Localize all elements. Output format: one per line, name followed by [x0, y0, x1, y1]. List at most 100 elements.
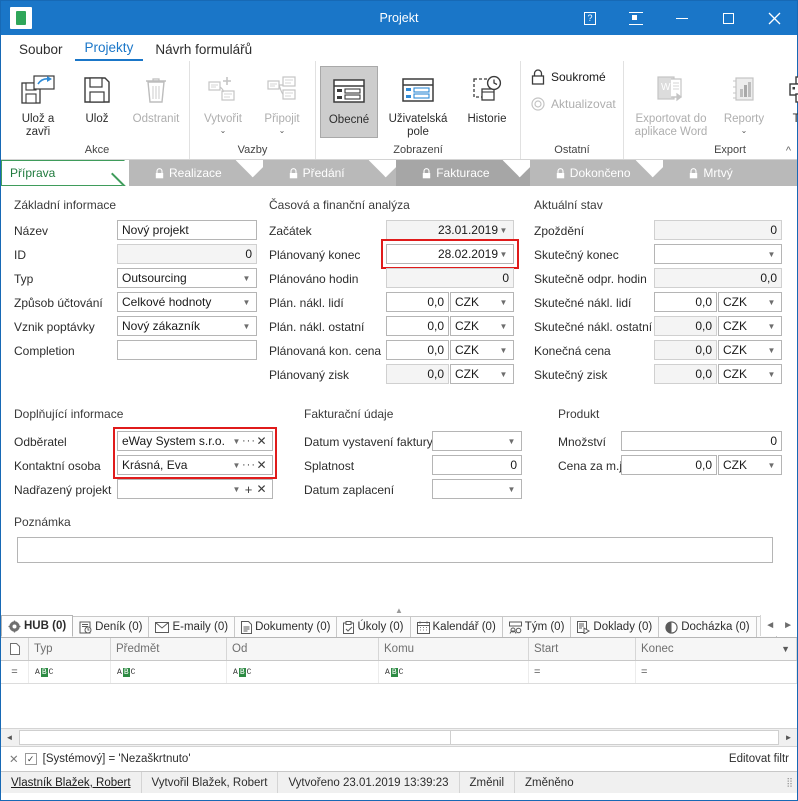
scrollbar-thumb[interactable]	[20, 731, 451, 744]
filter-cell-start[interactable]: =	[529, 661, 636, 683]
zpusob-uctovani-combo[interactable]: Celkové hodnoty ▼	[117, 292, 257, 312]
workflow-step-fakturace[interactable]: Fakturace	[396, 160, 530, 186]
scrollbar-trough[interactable]	[19, 730, 779, 745]
chevron-down-icon[interactable]: ▼	[766, 346, 777, 355]
plan-nakl-lidi-currency[interactable]: CZK ▼	[450, 292, 514, 312]
nazev-input[interactable]: Nový projekt	[117, 220, 257, 240]
planovana-kon-cena-input[interactable]: 0,0	[386, 340, 449, 360]
chevron-down-icon[interactable]: ⌄	[741, 127, 748, 135]
maximize-button[interactable]	[705, 1, 751, 35]
typ-combo[interactable]: Outsourcing ▼	[117, 268, 257, 288]
filter-cell-od[interactable]: ABC	[227, 661, 379, 683]
datum-vystaveni-faktury-date[interactable]: ▼	[432, 431, 522, 451]
workflow-step-dokonceno[interactable]: Dokončeno	[529, 160, 664, 186]
ribbon-tab-navrh-formularu[interactable]: Návrh formulářů	[145, 40, 262, 61]
datum-zaplaceni-date[interactable]: ▼	[432, 479, 522, 499]
chevron-down-icon[interactable]: ▼	[498, 346, 509, 355]
planovana-kon-cena-currency[interactable]: CZK ▼	[450, 340, 514, 360]
filter-cell-konec[interactable]: =	[636, 661, 797, 683]
tab-kalendar[interactable]: Kalendář (0)	[409, 616, 503, 637]
ribbon-tab-soubor[interactable]: Soubor	[9, 40, 73, 61]
konecna-cena-currency[interactable]: CZK ▼	[718, 340, 782, 360]
planovany-zisk-currency[interactable]: CZK ▼	[450, 364, 514, 384]
chevron-down-icon[interactable]: ▼	[241, 274, 252, 283]
edit-filter-link[interactable]: Editovat filtr	[729, 753, 789, 765]
skutecne-nakl-ostatni-currency[interactable]: CZK ▼	[718, 316, 782, 336]
tab-dochazka[interactable]: Docházka (0)	[658, 616, 757, 637]
tab-tym[interactable]: Tým (0)	[501, 616, 572, 637]
skutecny-konec-date[interactable]: ▼	[654, 244, 782, 264]
grid-horizontal-scrollbar[interactable]: ◄ ►	[1, 728, 797, 746]
chevron-down-icon[interactable]: ▼	[241, 322, 252, 331]
save-and-close-button[interactable]: Ulož a zavři	[9, 66, 67, 139]
grid-col-start[interactable]: Start	[529, 638, 636, 660]
panel-splitter[interactable]: ▲	[1, 605, 797, 615]
help-button[interactable]: ?	[567, 1, 613, 35]
grid-col-konec[interactable]: Konec ▼	[636, 638, 797, 660]
attach-relation-button[interactable]: Připojit ⌄	[253, 66, 311, 138]
grid-col-typ[interactable]: Typ	[29, 638, 111, 660]
ribbon-tab-projekty[interactable]: Projekty	[74, 38, 144, 61]
plan-nakl-ostatni-currency[interactable]: CZK ▼	[450, 316, 514, 336]
plan-nakl-lidi-input[interactable]: 0,0	[386, 292, 449, 312]
clear-icon[interactable]: ✕	[255, 434, 268, 448]
workflow-step-predani[interactable]: Předání	[262, 160, 397, 186]
filter-cell-typ[interactable]: ABC	[29, 661, 111, 683]
print-button[interactable]: Tisk	[774, 66, 798, 138]
chevron-down-icon[interactable]: ▼	[498, 226, 509, 235]
chevron-down-icon[interactable]: ▼	[766, 250, 777, 259]
planovany-konec-date[interactable]: 28.02.2019 ▼	[386, 244, 514, 264]
refresh-button[interactable]: Aktualizovat	[525, 95, 622, 113]
tabstrip-scroll-left[interactable]: ◄	[765, 620, 775, 631]
nadrazeny-projekt-lookup[interactable]: ▼ + ✕	[117, 479, 273, 499]
scroll-left-icon[interactable]: ◄	[1, 730, 18, 745]
skutecne-nakl-lidi-currency[interactable]: CZK ▼	[718, 292, 782, 312]
filter-cell-indicator[interactable]: =	[1, 661, 29, 683]
clear-icon[interactable]: ✕	[255, 482, 268, 496]
status-owner[interactable]: Vlastník Blažek, Robert	[1, 772, 142, 793]
chevron-down-icon[interactable]: ▼	[766, 322, 777, 331]
zacatek-date[interactable]: 23.01.2019 ▼	[386, 220, 514, 240]
collapse-ribbon-button[interactable]: ^	[786, 145, 791, 157]
filter-cell-predmet[interactable]: ABC	[111, 661, 227, 683]
tab-hub[interactable]: HUB (0)	[1, 615, 74, 637]
chevron-down-icon[interactable]: ▼	[498, 322, 509, 331]
history-button[interactable]: Historie	[458, 66, 516, 138]
chevron-down-icon[interactable]: ▼	[506, 437, 517, 446]
chevron-down-icon[interactable]: ▼	[498, 250, 509, 259]
reports-button[interactable]: Reporty ⌄	[715, 66, 773, 138]
odberatel-lookup[interactable]: eWay System s.r.o. ▼ ··· ✕	[117, 431, 273, 451]
create-relation-button[interactable]: Vytvořit ⌄	[194, 66, 252, 138]
completion-input[interactable]	[117, 340, 257, 360]
cena-za-mj-input[interactable]: 0,0	[621, 455, 717, 475]
chevron-down-icon[interactable]: ▼	[498, 298, 509, 307]
chevron-down-icon[interactable]: ▼	[766, 370, 777, 379]
custom-fields-button[interactable]: Uživatelská pole	[379, 66, 457, 139]
chevron-down-icon[interactable]: ▼	[231, 485, 242, 494]
clear-filter-icon[interactable]: ✕	[9, 752, 19, 766]
skutecny-zisk-currency[interactable]: CZK ▼	[718, 364, 782, 384]
poznamka-textarea[interactable]	[17, 537, 773, 563]
chevron-down-icon[interactable]: ▼	[498, 370, 509, 379]
save-button[interactable]: Ulož	[68, 66, 126, 138]
grid-col-komu[interactable]: Komu	[379, 638, 529, 660]
vznik-poptavky-combo[interactable]: Nový zákazník ▼	[117, 316, 257, 336]
fullscreen-button[interactable]	[613, 1, 659, 35]
chevron-down-icon[interactable]: ▼	[766, 461, 777, 470]
splatnost-input[interactable]: 0	[432, 455, 522, 475]
grid-body[interactable]	[1, 684, 797, 728]
scroll-right-icon[interactable]: ►	[780, 730, 797, 745]
ellipsis-icon[interactable]: ···	[242, 459, 255, 471]
minimize-button[interactable]	[659, 1, 705, 35]
tab-dokumenty[interactable]: Dokumenty (0)	[234, 616, 338, 637]
tabstrip-scroll-right[interactable]: ►	[783, 620, 793, 631]
close-button[interactable]	[751, 1, 797, 35]
chevron-down-icon[interactable]: ▼	[506, 485, 517, 494]
workflow-step-mrtvy[interactable]: Mrtvý	[663, 160, 797, 186]
resize-grip-icon[interactable]: ⣿	[786, 778, 797, 787]
mnozstvi-input[interactable]: 0	[621, 431, 782, 451]
chevron-down-icon[interactable]: ▼	[241, 298, 252, 307]
private-toggle[interactable]: Soukromé	[525, 67, 612, 87]
filter-enabled-checkbox[interactable]: ✓	[24, 753, 37, 765]
chevron-down-icon[interactable]: ▼	[766, 298, 777, 307]
